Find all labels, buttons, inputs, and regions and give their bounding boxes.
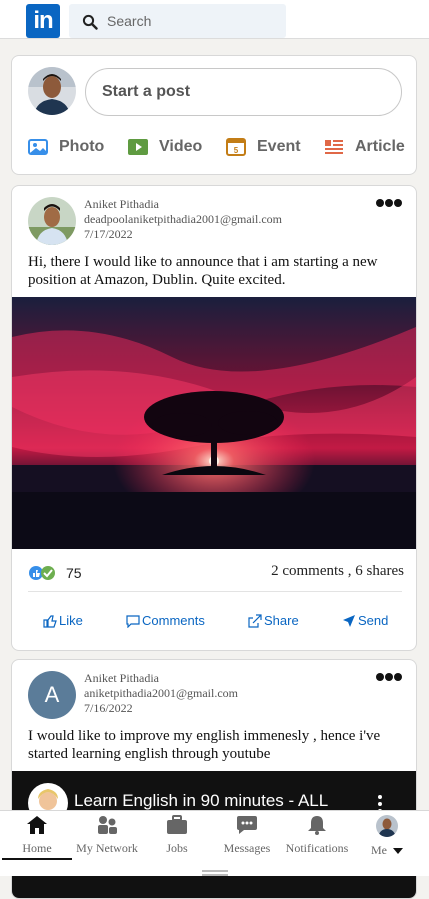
thumbs-up-icon [43,614,57,628]
video-title[interactable]: Learn English in 90 minutes - ALL [74,791,344,811]
post-card: Aniket Pithadia deadpoolaniketpithadia20… [11,185,417,651]
post-text: I would like to improve my english immen… [28,728,381,762]
reactions-icon[interactable] [28,565,58,581]
svg-text:5: 5 [234,146,239,155]
post-date: 7/16/2022 [84,701,133,715]
video-button[interactable]: Video [128,136,202,158]
me-avatar [376,815,398,837]
start-post-button[interactable]: Start a post [85,68,402,116]
post-text: Hi, there I would like to announce that … [28,254,378,288]
comments-label: Comments [142,613,205,628]
top-bar: in [0,0,429,39]
nav-me-label: Me [371,843,387,857]
photo-button[interactable]: Photo [28,136,104,158]
network-icon [98,816,117,834]
share-icon [248,613,262,628]
nav-messages[interactable]: Messages [212,815,282,856]
chevron-down-icon[interactable] [393,848,403,854]
post-divider [28,591,402,592]
post-date: 7/17/2022 [84,227,133,241]
post-author-email: aniketpithadia2001@gmail.com [84,686,239,700]
video-icon [128,139,148,155]
article-icon [325,140,343,154]
nav-my-network-label: My Network [76,841,138,855]
like-label: Like [59,613,83,628]
nav-my-network[interactable]: My Network [72,815,142,856]
photo-label: Photo [59,138,105,155]
home-icon [27,816,47,834]
post-composer: Start a post Photo Video 5 Event Article [11,55,417,175]
engagement-summary[interactable]: 2 comments , 6 shares [271,563,404,580]
search-icon [82,14,98,30]
post-author-name[interactable]: Aniket Pithadia [84,197,159,212]
post-stats: 75 2 comments , 6 shares [28,563,404,581]
search-box[interactable] [69,4,286,38]
composer-actions: Photo Video 5 Event Article [28,136,418,158]
linkedin-logo[interactable]: in [26,4,60,38]
nav-messages-label: Messages [223,841,271,855]
nav-home-label: Home [22,841,52,855]
event-icon: 5 [226,138,246,156]
post-author-email: deadpoolaniketpithadia2001@gmail.com [84,212,282,226]
post-author-avatar[interactable]: A [28,671,76,719]
event-button[interactable]: 5 Event [226,136,301,158]
user-avatar[interactable] [28,67,76,115]
bottom-navigation: Home My Network Jobs Messages Notificati… [0,810,429,876]
notifications-icon [308,816,326,835]
drag-handle-icon[interactable] [202,870,228,876]
post-menu-button[interactable] [376,194,404,207]
video-label: Video [159,138,203,155]
share-button[interactable]: Share [248,613,299,628]
nav-notifications[interactable]: Notifications [282,815,352,856]
like-button[interactable]: Like [43,613,83,628]
nav-notifications-label: Notifications [285,841,349,855]
send-button[interactable]: Send [342,613,388,628]
nav-jobs[interactable]: Jobs [142,815,212,856]
post-actions: Like Comments Share Send [12,613,416,629]
article-label: Article [355,138,405,155]
post-author-avatar[interactable] [28,197,76,245]
active-tab-indicator [2,858,72,860]
article-button[interactable]: Article [324,136,405,158]
comment-icon [126,614,140,628]
search-input[interactable] [107,4,277,38]
messages-icon [237,816,257,834]
comments-button[interactable]: Comments [126,613,205,628]
send-label: Send [358,613,389,628]
reactions-count[interactable]: 75 [66,565,82,581]
post-author-name[interactable]: Aniket Pithadia [84,671,159,686]
nav-me[interactable]: Me [352,815,422,858]
post-menu-button[interactable] [376,668,404,681]
post-image[interactable] [12,297,416,549]
send-icon [343,614,355,627]
jobs-icon [167,815,187,834]
nav-jobs-label: Jobs [166,841,188,855]
photo-icon [28,139,48,155]
share-label: Share [264,613,299,628]
nav-home[interactable]: Home [2,815,72,856]
event-label: Event [257,138,301,155]
